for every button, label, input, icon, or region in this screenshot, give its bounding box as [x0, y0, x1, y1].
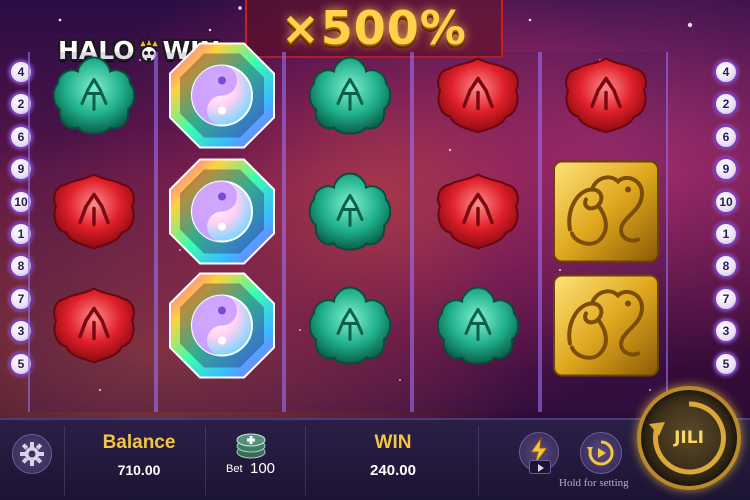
reel-grid	[28, 42, 710, 412]
autospin-icon	[587, 440, 614, 466]
balance-label: Balance	[102, 432, 176, 453]
red-gem-symbol	[52, 287, 136, 370]
payline-marker[interactable]: 9	[714, 157, 738, 182]
payline-marker[interactable]: 5	[714, 351, 738, 376]
red-gem-symbol	[52, 173, 136, 256]
reel-column	[28, 52, 156, 412]
bar-divider	[305, 426, 306, 496]
red-gem-symbol	[564, 57, 648, 140]
payline-marker[interactable]: 1	[714, 221, 738, 246]
multiplier-banner: ×500%	[245, 0, 503, 58]
green-lotus-symbol	[308, 284, 392, 373]
gold-dragon-symbol	[552, 274, 660, 383]
settings-button[interactable]	[12, 434, 52, 474]
payline-marker[interactable]: 2	[714, 92, 738, 117]
spin-button-label: JILI	[674, 428, 704, 448]
bar-divider	[64, 426, 65, 496]
hold-for-setting-text: Hold for setting	[559, 477, 629, 489]
bet-label: Bet	[226, 463, 243, 475]
reel-column	[412, 52, 540, 412]
red-gem-symbol	[436, 57, 520, 140]
play-small-icon	[529, 460, 551, 474]
yin-yang-symbol	[166, 270, 278, 387]
green-lotus-symbol	[436, 284, 520, 373]
paylines-right: 4 2 6 9 10 1 8 7 3 5	[714, 60, 740, 376]
payline-marker[interactable]: 8	[714, 254, 738, 279]
autospin-button[interactable]	[580, 432, 622, 474]
payline-marker[interactable]: 6	[714, 124, 738, 149]
bar-divider	[205, 426, 206, 496]
green-lotus-symbol	[308, 54, 392, 143]
gear-icon	[20, 442, 44, 466]
payline-marker[interactable]: 4	[714, 60, 738, 84]
spin-button[interactable]: JILI	[637, 386, 741, 490]
win-value: 240.00	[370, 462, 416, 479]
reel-column	[284, 52, 412, 412]
payline-marker[interactable]: 7	[714, 286, 738, 311]
bet-button[interactable]	[234, 430, 268, 460]
green-lotus-symbol	[308, 170, 392, 259]
yin-yang-symbol	[166, 156, 278, 273]
game-stage: ×500% HALO WIN 4 2 6 9 10 1 8 7 3 5 4 2 …	[0, 0, 750, 500]
bar-divider	[478, 426, 479, 496]
payline-marker[interactable]: 10	[714, 189, 738, 214]
balance-value: 710.00	[117, 462, 161, 478]
reel-column	[156, 42, 284, 412]
red-gem-symbol	[436, 173, 520, 256]
win-label: WIN	[374, 432, 412, 453]
chip-stack-icon	[236, 433, 266, 459]
yin-yang-symbol	[166, 40, 278, 157]
green-lotus-symbol	[52, 54, 136, 143]
gold-dragon-symbol	[552, 160, 660, 269]
payline-marker[interactable]: 3	[714, 319, 738, 344]
reel-column	[540, 52, 668, 412]
bet-value: 100	[250, 460, 276, 477]
